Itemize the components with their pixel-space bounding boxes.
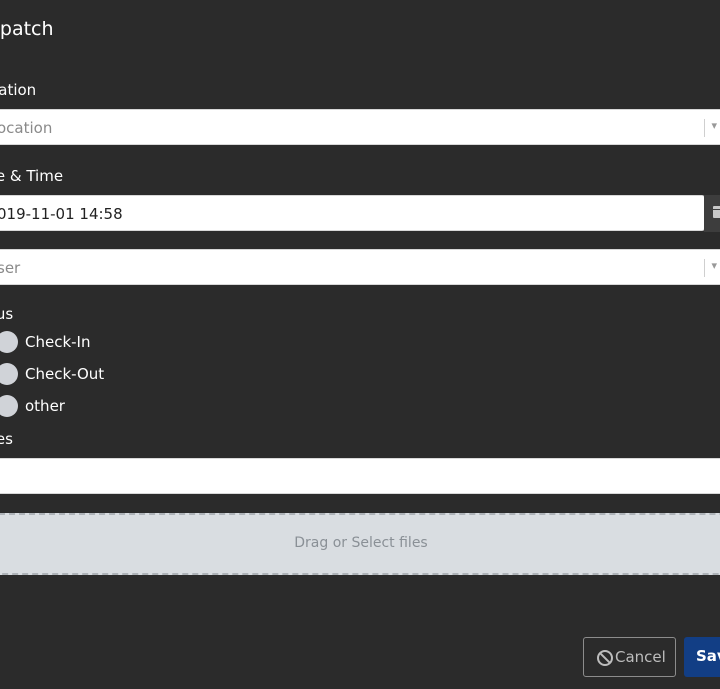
radio-label: Check-Out [25, 365, 105, 383]
location-select[interactable]: ocation ▾ [0, 109, 720, 145]
radio-button[interactable] [0, 395, 18, 417]
chevron-down-icon[interactable]: ▾ [711, 119, 717, 132]
cancel-button[interactable]: Cancel [583, 637, 676, 677]
notes-input[interactable] [0, 458, 720, 494]
datetime-input[interactable]: 019-11-01 14:58 [0, 195, 705, 231]
ban-icon [597, 650, 613, 666]
user-select[interactable]: ser ▾ [0, 249, 720, 285]
dropzone-text: Drag or Select files [294, 535, 428, 551]
select-separator [704, 119, 705, 137]
calendar-button[interactable] [704, 195, 720, 232]
save-button[interactable]: Sav [684, 637, 720, 677]
datetime-value: 019-11-01 14:58 [0, 205, 123, 223]
calendar-icon [713, 206, 720, 218]
save-label: Sav [696, 647, 720, 665]
file-dropzone[interactable]: Drag or Select files [0, 513, 720, 575]
radio-button[interactable] [0, 363, 18, 385]
datetime-label: te & Time [0, 167, 64, 185]
cancel-label: Cancel [615, 648, 666, 666]
dialog-title: spatch [0, 18, 54, 40]
radio-button[interactable] [0, 331, 18, 353]
user-placeholder: ser [0, 259, 21, 277]
notes-label: tes [0, 430, 13, 448]
radio-label: Check-In [25, 333, 91, 351]
status-label: tus [0, 305, 14, 323]
select-separator [704, 259, 705, 277]
radio-label: other [25, 397, 65, 415]
location-label: cation [0, 81, 37, 99]
location-placeholder: ocation [0, 119, 53, 137]
chevron-down-icon[interactable]: ▾ [711, 259, 717, 272]
